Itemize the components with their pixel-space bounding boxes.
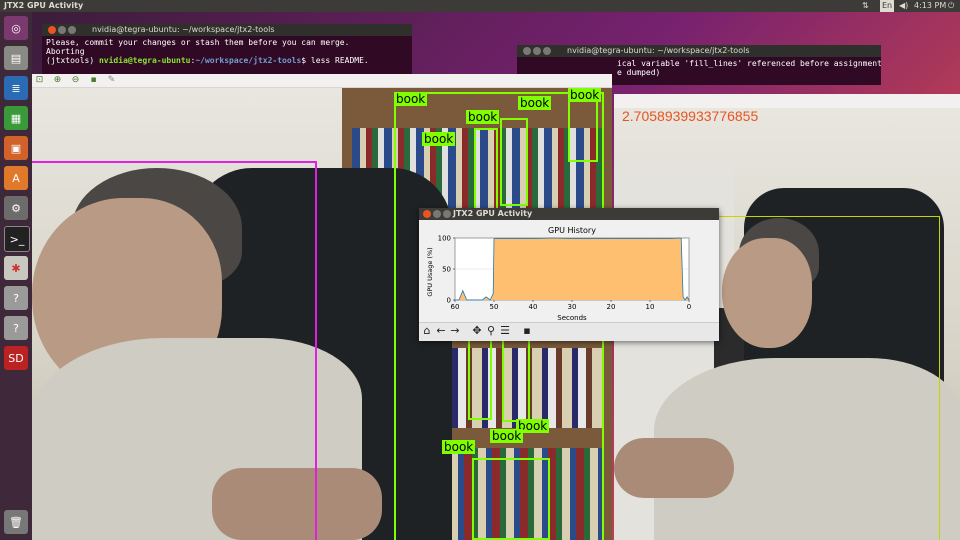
keyboard-indicator[interactable]: En bbox=[880, 0, 895, 12]
calc-icon[interactable]: ▦ bbox=[4, 106, 28, 130]
ubuntu-icon[interactable]: ◎ bbox=[4, 16, 28, 40]
prompt-path: ~/workspace/jtx2-tools bbox=[195, 56, 302, 65]
y-tick-label: 0 bbox=[447, 297, 451, 305]
clock[interactable]: 4:13 PM bbox=[914, 0, 946, 12]
y-axis-label: GPU Usage (%) bbox=[426, 247, 434, 296]
zoom-out-icon[interactable]: ⊖ bbox=[70, 75, 81, 86]
zoom-icon[interactable]: ⚲ bbox=[485, 325, 497, 337]
detection-label: book bbox=[490, 429, 524, 443]
configure-subplots-icon[interactable]: ☰ bbox=[499, 325, 511, 337]
book-bounding-box bbox=[500, 118, 528, 206]
trash-icon[interactable]: 🗑 bbox=[4, 510, 28, 534]
zoom-in-icon[interactable]: ⊕ bbox=[52, 75, 63, 86]
tools-icon[interactable]: ✱ bbox=[4, 256, 28, 280]
x-tick-label: 10 bbox=[646, 303, 655, 311]
book-bounding-box bbox=[472, 458, 550, 540]
gpu-activity-window[interactable]: JTX2 GPU Activity GPU History Seconds GP… bbox=[419, 208, 719, 341]
gpu-window-titlebar[interactable]: JTX2 GPU Activity bbox=[419, 208, 719, 220]
terminal-prompt-line: (jtxtools) nvidia@tegra-ubuntu:~/workspa… bbox=[46, 56, 408, 65]
book-bounding-box bbox=[474, 128, 498, 210]
terminal-line: e dumped) bbox=[617, 68, 661, 77]
terminal-command: $ less README. bbox=[301, 56, 369, 65]
forward-icon[interactable]: → bbox=[449, 325, 461, 337]
minimize-button[interactable] bbox=[533, 47, 541, 55]
detection-label: book bbox=[466, 110, 500, 124]
software-center-icon[interactable]: A bbox=[4, 166, 28, 190]
chart-title: GPU History bbox=[548, 226, 596, 235]
book-bounding-box bbox=[568, 100, 598, 162]
detection-label: book bbox=[518, 96, 552, 110]
detection-label: book bbox=[422, 132, 456, 146]
maximize-button[interactable] bbox=[543, 47, 551, 55]
maximize-button[interactable] bbox=[68, 26, 76, 34]
prompt-user: nvidia@tegra-ubuntu bbox=[98, 56, 191, 65]
minimize-button[interactable] bbox=[58, 26, 66, 34]
sd-card-icon[interactable]: SD bbox=[4, 346, 28, 370]
save-icon[interactable]: ▪ bbox=[521, 325, 533, 337]
terminal-line: Please, commit your changes or stash the… bbox=[46, 38, 350, 47]
image-toolbar: ⊡ ⊕ ⊖ ▪ ✎ bbox=[32, 74, 612, 88]
settings-icon[interactable]: ⚙ bbox=[4, 196, 28, 220]
pan-icon[interactable]: ✥ bbox=[471, 325, 483, 337]
y-tick-label: 100 bbox=[438, 235, 451, 243]
network-icon[interactable]: ⇅ bbox=[862, 0, 869, 12]
x-tick-label: 60 bbox=[451, 303, 460, 311]
volume-icon[interactable]: ◀) bbox=[899, 0, 908, 12]
terminal-output[interactable]: Please, commit your changes or stash the… bbox=[42, 36, 412, 67]
close-button[interactable] bbox=[48, 26, 56, 34]
maximize-button[interactable] bbox=[443, 210, 451, 218]
person-bounding-box bbox=[32, 161, 317, 540]
y-tick-label: 50 bbox=[442, 266, 451, 274]
unknown-icon[interactable]: ? bbox=[4, 286, 28, 310]
properties-icon[interactable]: ✎ bbox=[106, 75, 117, 86]
detection-label: book bbox=[394, 92, 428, 106]
terminal-line: Aborting bbox=[46, 47, 85, 56]
detection-label: book bbox=[568, 88, 602, 102]
minimize-button[interactable] bbox=[433, 210, 441, 218]
terminal-icon[interactable]: >_ bbox=[4, 226, 30, 252]
close-button[interactable] bbox=[423, 210, 431, 218]
detection-label: book bbox=[442, 440, 476, 454]
gpu-window-title: JTX2 GPU Activity bbox=[453, 209, 533, 218]
matplotlib-toolbar: ⌂ ← → ✥ ⚲ ☰ ▪ bbox=[419, 322, 719, 341]
terminal-title: nvidia@tegra-ubuntu: ~/workspace/jtx2-to… bbox=[92, 25, 275, 34]
back-icon[interactable]: ← bbox=[435, 325, 447, 337]
terminal-window-1[interactable]: nvidia@tegra-ubuntu: ~/workspace/jtx2-to… bbox=[42, 24, 412, 74]
unknown-icon[interactable]: ? bbox=[4, 316, 28, 340]
files-icon[interactable]: ▤ bbox=[4, 46, 28, 70]
top-panel: JTX2 GPU Activity ⇅ En ◀) 4:13 PM ⏻ bbox=[0, 0, 960, 12]
terminal-line: ical variable 'fill_lines' referenced be… bbox=[617, 59, 881, 68]
x-tick-label: 30 bbox=[568, 303, 577, 311]
home-icon[interactable]: ⌂ bbox=[421, 325, 433, 337]
virtualenv-label: (jtxtools) bbox=[46, 56, 99, 65]
terminal-titlebar[interactable]: nvidia@tegra-ubuntu: ~/workspace/jtx2-to… bbox=[42, 24, 412, 36]
active-window-title: JTX2 GPU Activity bbox=[4, 1, 84, 10]
terminal-title: nvidia@tegra-ubuntu: ~/workspace/jtx2-to… bbox=[567, 46, 750, 55]
close-button[interactable] bbox=[523, 47, 531, 55]
x-axis-label: Seconds bbox=[557, 314, 587, 322]
x-tick-label: 40 bbox=[529, 303, 538, 311]
x-tick-label: 50 bbox=[490, 303, 499, 311]
save-image-icon[interactable]: ▪ bbox=[88, 75, 99, 86]
terminal-titlebar[interactable]: nvidia@tegra-ubuntu: ~/workspace/jtx2-to… bbox=[517, 45, 881, 57]
fit-window-icon[interactable]: ⊡ bbox=[34, 75, 45, 86]
launcher: ◎ ▤ ≣ ▦ ▣ A ⚙ >_ ✱ ? ? SD 🗑 bbox=[0, 12, 32, 540]
x-tick-label: 20 bbox=[607, 303, 616, 311]
power-icon[interactable]: ⏻ bbox=[948, 0, 954, 12]
x-tick-label: 0 bbox=[687, 303, 691, 311]
gpu-history-chart: GPU History Seconds GPU Usage (%) 60 50 40… bbox=[426, 226, 691, 322]
impress-icon[interactable]: ▣ bbox=[4, 136, 28, 160]
fps-readout: 2.7058939933776855 bbox=[622, 108, 759, 124]
writer-icon[interactable]: ≣ bbox=[4, 76, 28, 100]
